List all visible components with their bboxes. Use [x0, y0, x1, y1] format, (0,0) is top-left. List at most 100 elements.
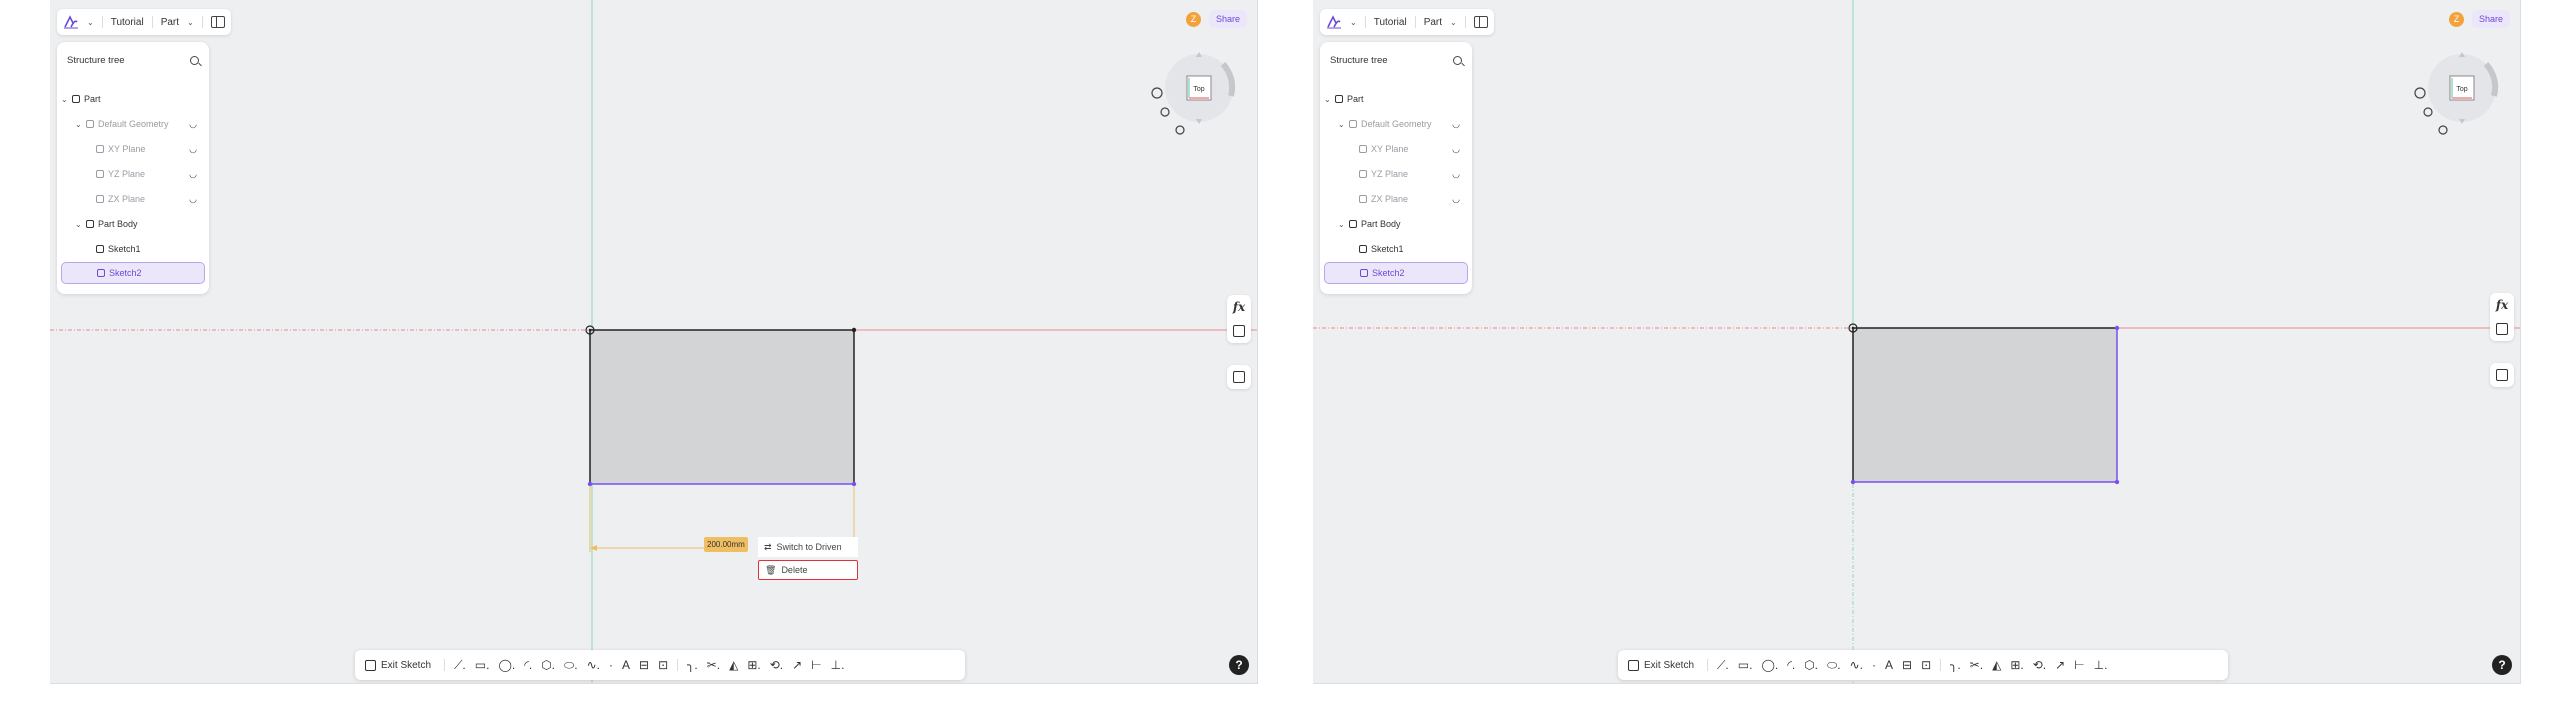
part-dropdown[interactable]: Part — [1424, 17, 1442, 28]
tree-item-default-geometry[interactable]: ⌄ Default Geometry ◡ — [61, 113, 205, 135]
tree-item-zx-plane[interactable]: ZX Plane ◡ — [61, 188, 205, 210]
chevron-down-icon[interactable]: ⌄ — [187, 18, 194, 27]
layers-icon[interactable] — [1233, 371, 1245, 383]
slot-tool-icon[interactable]: ⬭. — [1827, 658, 1841, 673]
tree-item-sketch1[interactable]: Sketch1 — [61, 238, 205, 260]
line-tool-icon[interactable]: ⟋. — [454, 658, 466, 673]
eye-closed-icon[interactable]: ◡ — [1452, 194, 1460, 205]
arc-tool-icon[interactable]: ◜. — [524, 658, 532, 672]
app-logo-icon[interactable] — [1326, 15, 1342, 29]
tree-item-part[interactable]: ⌄ Part — [1324, 88, 1468, 110]
tree-item-part-body[interactable]: ⌄ Part Body — [1324, 213, 1468, 235]
view-cube[interactable]: Top — [1147, 38, 1247, 138]
constraint-tool-icon[interactable]: ⊥. — [2094, 658, 2108, 672]
tree-item-default-geometry[interactable]: ⌄ Default Geometry ◡ — [1324, 113, 1468, 135]
dimension-value-label[interactable]: 200.00mm — [704, 537, 748, 552]
search-icon[interactable] — [190, 55, 199, 65]
exit-sketch-button[interactable]: Exit Sketch — [1628, 659, 1698, 671]
tree-item-sketch2[interactable]: Sketch2 — [1324, 262, 1468, 284]
checklist-icon[interactable] — [1233, 325, 1245, 337]
offset-tool-icon[interactable]: ⊡ — [658, 658, 668, 672]
eye-closed-icon[interactable]: ◡ — [189, 144, 197, 155]
checklist-icon[interactable] — [2496, 323, 2508, 335]
spline-tool-icon[interactable]: ∿. — [587, 658, 600, 672]
pattern-tool-icon[interactable]: ⊞. — [747, 658, 760, 672]
arc-tool-icon[interactable]: ◜. — [1787, 658, 1795, 672]
sidebar-toggle-icon[interactable] — [1473, 16, 1488, 28]
chevron-down-icon[interactable]: ⌄ — [75, 220, 83, 229]
rectangle-tool-icon[interactable]: ▭. — [1738, 658, 1753, 672]
tree-item-sketch1[interactable]: Sketch1 — [1324, 238, 1468, 260]
delete-item[interactable]: 🗑 Delete — [758, 560, 858, 580]
share-button[interactable]: Share — [1208, 10, 1247, 28]
app-logo-icon[interactable] — [63, 15, 79, 29]
text-tool-icon[interactable]: A — [622, 658, 630, 672]
polygon-tool-icon[interactable]: ⬡. — [1804, 658, 1818, 672]
trim-tool-icon[interactable]: ✂. — [1970, 658, 1983, 672]
switch-to-driven-item[interactable]: ⇄ Switch to Driven — [758, 537, 858, 557]
avatar[interactable]: Z — [1185, 11, 1201, 27]
point-tool-icon[interactable]: · — [609, 658, 613, 672]
point-tool-icon[interactable]: · — [1872, 658, 1876, 672]
polygon-tool-icon[interactable]: ⬡. — [541, 658, 555, 672]
project-tool-icon[interactable]: ⊟ — [639, 658, 649, 672]
layers-icon[interactable] — [2496, 369, 2508, 381]
sketch-canvas[interactable] — [1313, 0, 2520, 683]
dimension-tool-icon[interactable]: ⊢ — [811, 658, 821, 672]
pattern-tool-icon[interactable]: ⊞. — [2010, 658, 2023, 672]
help-button[interactable]: ? — [1229, 655, 1249, 675]
transform-tool-icon[interactable]: ⟲. — [770, 658, 783, 672]
tree-item-xy-plane[interactable]: XY Plane ◡ — [61, 138, 205, 160]
constraint-tool-icon[interactable]: ⊥. — [831, 658, 845, 672]
chevron-down-icon[interactable]: ⌄ — [1450, 18, 1457, 27]
tree-item-yz-plane[interactable]: YZ Plane ◡ — [1324, 163, 1468, 185]
tree-item-zx-plane[interactable]: ZX Plane ◡ — [1324, 188, 1468, 210]
eye-closed-icon[interactable]: ◡ — [1452, 144, 1460, 155]
project-name[interactable]: Tutorial — [1374, 17, 1407, 28]
view-cube[interactable]: Top — [2410, 38, 2510, 138]
share-button[interactable]: Share — [2471, 10, 2510, 28]
mirror-tool-icon[interactable]: ◭ — [1992, 658, 2001, 672]
slot-tool-icon[interactable]: ⬭. — [564, 658, 578, 673]
convert-tool-icon[interactable]: ↗ — [792, 658, 802, 672]
fx-icon[interactable]: fx — [1233, 295, 1245, 319]
avatar[interactable]: Z — [2448, 11, 2464, 27]
project-name[interactable]: Tutorial — [111, 17, 144, 28]
transform-tool-icon[interactable]: ⟲. — [2033, 658, 2046, 672]
part-dropdown[interactable]: Part — [161, 17, 179, 28]
eye-closed-icon[interactable]: ◡ — [189, 194, 197, 205]
rectangle-tool-icon[interactable]: ▭. — [475, 658, 490, 672]
trim-tool-icon[interactable]: ✂. — [707, 658, 720, 672]
exit-sketch-button[interactable]: Exit Sketch — [365, 659, 435, 671]
project-tool-icon[interactable]: ⊟ — [1902, 658, 1912, 672]
text-tool-icon[interactable]: A — [1885, 658, 1893, 672]
fillet-tool-icon[interactable]: ╮. — [1950, 658, 1961, 672]
eye-closed-icon[interactable]: ◡ — [1452, 119, 1460, 130]
tree-item-yz-plane[interactable]: YZ Plane ◡ — [61, 163, 205, 185]
chevron-down-icon[interactable]: ⌄ — [75, 120, 83, 129]
chevron-down-icon[interactable]: ⌄ — [1324, 95, 1332, 104]
fillet-tool-icon[interactable]: ╮. — [687, 658, 698, 672]
tree-item-part-body[interactable]: ⌄ Part Body — [61, 213, 205, 235]
chevron-down-icon[interactable]: ⌄ — [1338, 120, 1346, 129]
tree-item-xy-plane[interactable]: XY Plane ◡ — [1324, 138, 1468, 160]
tree-item-sketch2[interactable]: Sketch2 — [61, 262, 205, 284]
circle-tool-icon[interactable]: ◯. — [498, 658, 515, 672]
fx-icon[interactable]: fx — [2496, 293, 2508, 317]
circle-tool-icon[interactable]: ◯. — [1761, 658, 1778, 672]
chevron-down-icon[interactable]: ⌄ — [61, 95, 69, 104]
chevron-down-icon[interactable]: ⌄ — [1338, 220, 1346, 229]
mirror-tool-icon[interactable]: ◭ — [729, 658, 738, 672]
offset-tool-icon[interactable]: ⊡ — [1921, 658, 1931, 672]
help-button[interactable]: ? — [2492, 655, 2512, 675]
spline-tool-icon[interactable]: ∿. — [1850, 658, 1863, 672]
chevron-down-icon[interactable]: ⌄ — [87, 18, 94, 27]
convert-tool-icon[interactable]: ↗ — [2055, 658, 2065, 672]
eye-closed-icon[interactable]: ◡ — [1452, 169, 1460, 180]
line-tool-icon[interactable]: ⟋. — [1717, 658, 1729, 673]
eye-closed-icon[interactable]: ◡ — [189, 119, 197, 130]
tree-item-part[interactable]: ⌄ Part — [61, 88, 205, 110]
chevron-down-icon[interactable]: ⌄ — [1350, 18, 1357, 27]
search-icon[interactable] — [1453, 55, 1462, 65]
sketch-canvas[interactable] — [50, 0, 1257, 683]
